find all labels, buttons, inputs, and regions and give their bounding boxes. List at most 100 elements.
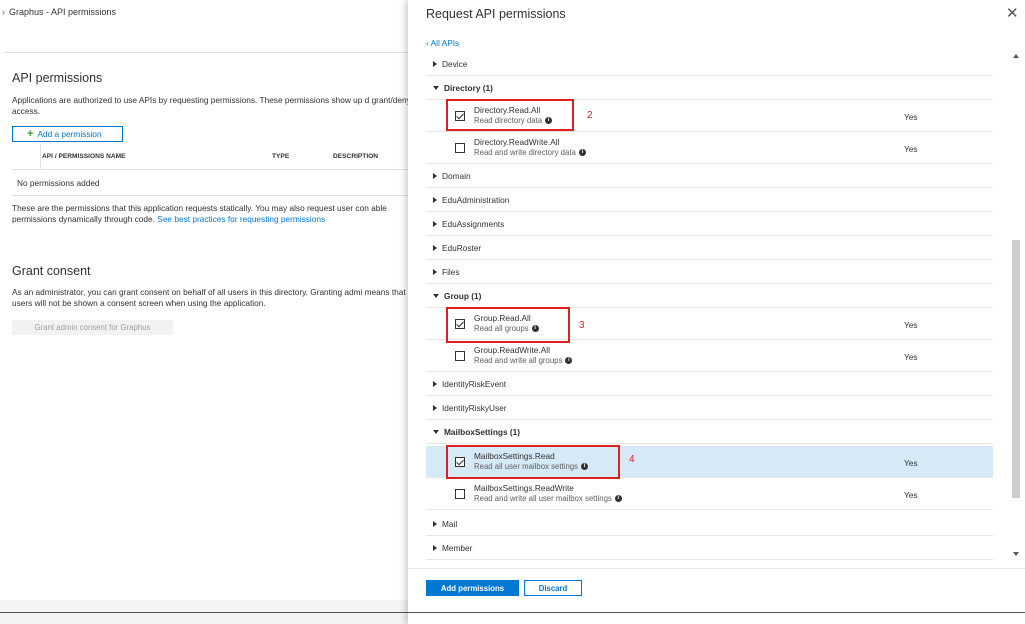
plus-icon: + [27, 128, 34, 140]
group-identityriskyuser[interactable]: IdentityRiskyUser [426, 396, 993, 420]
group-group[interactable]: Group (1) [426, 284, 993, 308]
group-identityriskevent[interactable]: IdentityRiskEvent [426, 372, 993, 396]
info-icon[interactable]: i [578, 149, 586, 156]
group-label: EduAdministration [442, 194, 510, 205]
permission-checkbox[interactable] [455, 489, 465, 499]
group-label: Member [442, 542, 473, 553]
add-permission-button[interactable]: + Add a permission [12, 126, 123, 142]
api-description: Applications are authorized to use APIs … [12, 95, 408, 116]
caret-right-icon [433, 380, 437, 387]
group-eduassignments[interactable]: EduAssignments [426, 212, 993, 236]
permission-row-group-readwrite-all[interactable]: Group.ReadWrite.All Read and write all g… [426, 340, 993, 372]
permission-checkbox[interactable] [455, 111, 465, 121]
caret-right-icon [433, 196, 437, 203]
group-domain[interactable]: Domain [426, 164, 993, 188]
permission-name: Directory.Read.All [474, 105, 541, 115]
group-label: IdentityRiskyUser [442, 402, 507, 413]
permission-description: Read and write directory data i [474, 148, 586, 157]
permission-name: Group.Read.All [474, 313, 531, 323]
info-icon[interactable]: i [581, 463, 589, 470]
group-member[interactable]: Member [426, 536, 993, 560]
group-label: Directory (1) [444, 82, 493, 93]
permission-description-text: Read and write all user mailbox settings [474, 494, 612, 503]
breadcrumb[interactable]: › Graphus - API permissions [2, 7, 116, 17]
group-eduadministration[interactable]: EduAdministration [426, 188, 993, 212]
permissions-table-header: API / PERMISSIONS NAME TYPE DESCRIPTION [12, 144, 408, 170]
group-label: Files [442, 266, 460, 277]
group-label: Domain [442, 170, 471, 181]
info-icon[interactable]: i [614, 495, 622, 502]
group-device[interactable]: Device [426, 52, 993, 76]
group-eduroster[interactable]: EduRoster [426, 236, 993, 260]
annotation-number: 4 [629, 454, 635, 465]
permission-row-mailboxsettings-read[interactable]: MailboxSettings.Read Read all user mailb… [426, 446, 993, 478]
group-label: Device [442, 58, 468, 69]
discard-button[interactable]: Discard [524, 580, 582, 596]
info-icon[interactable]: i [531, 325, 539, 332]
api-permissions-page: › Graphus - API permissions API permissio… [0, 0, 408, 624]
empty-state-text: No permissions added [17, 178, 100, 188]
page-title: API permissions [12, 71, 103, 85]
permission-description-text: Read and write all groups [474, 356, 563, 365]
group-mailboxsettings[interactable]: MailboxSettings (1) [426, 420, 993, 444]
permission-description-text: Read and write directory data [474, 148, 576, 157]
permission-checkbox[interactable] [455, 319, 465, 329]
column-header-type[interactable]: TYPE [272, 153, 289, 160]
group-label: MailboxSettings (1) [444, 426, 521, 437]
caret-down-icon [433, 293, 439, 298]
permission-row-mailboxsettings-readwrite[interactable]: MailboxSettings.ReadWrite Read and write… [426, 478, 993, 510]
column-header-description[interactable]: DESCRIPTION [333, 153, 378, 160]
group-label: EduAssignments [442, 218, 505, 229]
admin-consent-required: Yes [904, 458, 918, 468]
scrollbar-thumb[interactable] [1012, 240, 1020, 498]
close-icon[interactable]: ✕ [1006, 4, 1019, 22]
panel-title: Request API permissions [426, 7, 566, 21]
group-directory[interactable]: Directory (1) [426, 76, 993, 100]
grant-admin-consent-button[interactable]: Grant admin consent for Graphus [12, 320, 173, 335]
permission-name: Directory.ReadWrite.All [474, 137, 560, 147]
grant-consent-title: Grant consent [12, 264, 91, 278]
permission-description-text: Read all groups [474, 324, 529, 333]
grant-consent-description: As an administrator, you can grant conse… [12, 287, 408, 308]
permission-row-group-read-all[interactable]: Group.Read.All Read all groups i Yes [426, 308, 993, 340]
caret-right-icon [433, 544, 437, 551]
permission-row-directory-read-all[interactable]: Directory.Read.All Read directory data i … [426, 100, 993, 132]
best-practices-link[interactable]: See best practices for requesting permis… [157, 214, 325, 224]
caret-right-icon [433, 520, 437, 527]
add-permissions-button[interactable]: Add permissions [426, 580, 519, 596]
divider [12, 195, 408, 196]
permission-name: MailboxSettings.ReadWrite [474, 483, 574, 493]
info-icon[interactable]: i [565, 357, 573, 364]
caret-right-icon [433, 60, 437, 67]
caret-right-icon [433, 172, 437, 179]
permission-description: Read and write all user mailbox settings… [474, 494, 622, 503]
admin-consent-required: Yes [904, 352, 918, 362]
permission-checkbox[interactable] [455, 351, 465, 361]
info-icon[interactable]: i [545, 117, 553, 124]
permission-row-directory-readwrite-all[interactable]: Directory.ReadWrite.All Read and write d… [426, 132, 993, 164]
permission-description-text: Read all user mailbox settings [474, 462, 579, 471]
scroll-down-icon[interactable] [1013, 552, 1019, 556]
column-header-name[interactable]: API / PERMISSIONS NAME [42, 153, 126, 160]
all-apis-link[interactable]: ‹ All APIs [426, 38, 459, 48]
divider [408, 612, 1025, 613]
annotation-number: 2 [587, 110, 593, 121]
scroll-up-icon[interactable] [1013, 54, 1019, 58]
scrollbar[interactable] [1011, 52, 1021, 560]
group-label: Mail [442, 518, 458, 529]
caret-right-icon [433, 220, 437, 227]
caret-right-icon [433, 268, 437, 275]
divider [5, 52, 408, 53]
group-mail[interactable]: Mail [426, 512, 993, 536]
annotation-number: 3 [579, 320, 585, 331]
group-files[interactable]: Files [426, 260, 993, 284]
caret-down-icon [433, 429, 439, 434]
caret-down-icon [433, 85, 439, 90]
group-label: IdentityRiskEvent [442, 378, 507, 389]
permission-name: Group.ReadWrite.All [474, 345, 550, 355]
permissions-list: Device Directory (1) Directory.Read.All … [426, 52, 993, 560]
permission-checkbox[interactable] [455, 143, 465, 153]
permission-checkbox[interactable] [455, 457, 465, 467]
permission-description: Read all groups i [474, 324, 539, 333]
add-permission-label: Add a permission [37, 129, 102, 139]
